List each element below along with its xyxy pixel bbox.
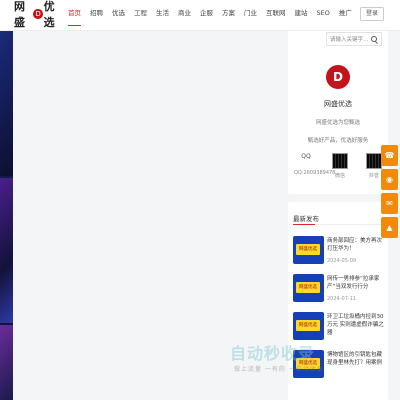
search-icon[interactable] [371,36,377,42]
nav-item[interactable]: 生活 [156,0,169,30]
top-navbar: 网盛 D 优选 首页招聘优选工程生活商业企服方案门业互联网建站SEO推广运营 登… [0,0,400,31]
logo-text: 网盛 [14,0,25,29]
watermark-main: 自动秒收录 [230,344,316,363]
brand-name: 网盛优选 [324,100,352,108]
qr-image [366,153,382,169]
qq-icon[interactable]: ◉ [381,169,398,190]
divider [293,224,383,225]
login-button[interactable]: 登录 [360,7,384,21]
watermark-sub: 做上流量 一有的 一自动收录 [234,366,324,373]
main-nav: 首页招聘优选工程生活商业企服方案门业互联网建站SEO推广运营 [68,0,383,30]
wechat-icon[interactable]: ✉ [381,193,398,214]
news-thumb-tag: 网盛优选 [296,320,320,331]
top-icon[interactable]: ▲ [381,217,398,238]
nav-item[interactable]: 招聘 [90,0,103,30]
qr-code: 微信 [328,153,352,179]
banner-image[interactable] [0,178,13,323]
news-item[interactable]: 网盛优选 商务部回应：美方再次打压华为！ 2024-05-09 [293,236,388,268]
news-date: 2024-05-09 [327,258,357,264]
qr-image [332,153,348,169]
logo-badge-icon: D [33,9,43,19]
qr-label: QQ:2609389478 [294,170,336,176]
nav-item[interactable]: 互联网 [266,0,286,30]
nav-item[interactable]: 企服 [200,0,213,30]
news-title[interactable]: 环卫工垃圾桶内捡到30万元 实则遭虚假诈骗之器 [327,313,387,337]
news-title[interactable]: 商务部回应：美方再次打压华为！ [327,237,387,253]
qr-image: QQ [299,153,313,167]
brand-logo: D [326,65,350,89]
phone-icon[interactable]: ☎ [381,145,398,166]
search-placeholder: 请输入关键字... [330,37,369,43]
news-thumb-tag: 网盛优选 [296,282,320,293]
brand-subtitle: 甄选好产品，优选好服务 [307,138,369,144]
nav-item[interactable]: 商业 [178,0,191,30]
search-input[interactable]: 请输入关键字... [326,32,382,46]
nav-item[interactable]: 首页 [68,0,81,30]
news-item[interactable]: 网盛优选 网传一男排参“拉承家产”当双发行行分 2024-07-11 [293,274,388,306]
nav-item[interactable]: 建站 [295,0,308,30]
qr-label: 微信 [334,173,345,179]
float-buttons: ☎ ◉ ✉ ▲ [381,145,398,241]
qr-code: QQ QQ:2609389478 [294,153,336,179]
brand-slogan: 网盛优选为您甄选 [315,120,360,126]
news-thumbnail[interactable]: 网盛优选 [293,274,324,302]
qr-row: QQ QQ:2609389478 微信 抖音 [294,153,386,179]
banner-image[interactable] [0,31,13,176]
nav-item[interactable]: 推广 [339,0,352,30]
banner-image[interactable] [0,325,13,400]
nav-item[interactable]: 优选 [112,0,125,30]
news-date: 2024-07-11 [327,296,357,302]
news-thumbnail[interactable]: 网盛优选 [293,312,324,340]
nav-item[interactable]: 工程 [134,0,147,30]
news-title[interactable]: 网传一男排参“拉承家产”当双发行行分 [327,275,387,291]
logo-text-2: 优选 [43,0,55,29]
news-thumbnail[interactable]: 网盛优选 [293,236,324,264]
latest-title: 最新发布 [293,215,319,223]
watermark: 自动秒收录 做上流量 一有的 一自动收录 [230,340,385,382]
nav-item[interactable]: 门业 [244,0,257,30]
brand-card: 请输入关键字... D 网盛优选 网盛优选为您甄选 甄选好产品，优选好服务 QQ… [288,31,388,194]
news-thumb-tag: 网盛优选 [296,244,320,255]
nav-item[interactable]: 方案 [222,0,235,30]
banner-strip [0,31,13,400]
nav-item[interactable]: SEO [317,0,330,30]
site-logo[interactable]: 网盛 D 优选 [14,0,62,29]
